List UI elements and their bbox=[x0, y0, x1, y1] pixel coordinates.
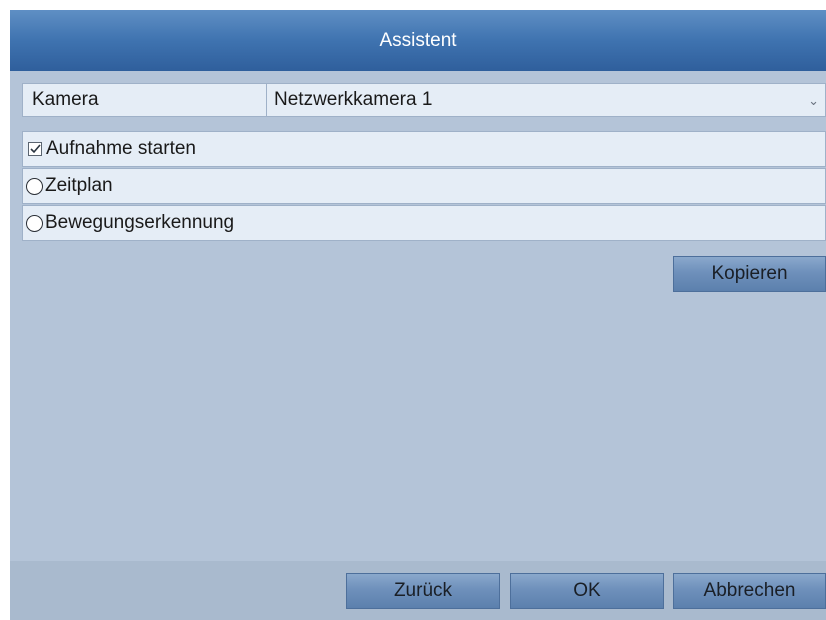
ok-button[interactable]: OK bbox=[510, 573, 664, 609]
chevron-down-icon[interactable]: ⌄ bbox=[808, 84, 819, 116]
check-icon bbox=[29, 144, 41, 154]
start-recording-label: Aufnahme starten bbox=[46, 138, 196, 159]
copy-button[interactable]: Kopieren bbox=[673, 256, 826, 292]
cancel-button[interactable]: Abbrechen bbox=[673, 573, 826, 609]
schedule-radio[interactable] bbox=[26, 177, 43, 195]
camera-row: Kamera Netzwerkkamera 1 ⌄ bbox=[22, 83, 826, 117]
camera-label: Kamera bbox=[23, 84, 267, 116]
motion-detection-label: Bewegungserkennung bbox=[45, 212, 235, 233]
start-recording-row[interactable]: Aufnahme starten bbox=[22, 131, 826, 167]
motion-detection-radio[interactable] bbox=[26, 214, 43, 232]
motion-detection-row[interactable]: Bewegungserkennung bbox=[22, 205, 826, 241]
camera-select-value: Netzwerkkamera 1 bbox=[274, 89, 433, 110]
start-recording-checkbox[interactable] bbox=[28, 142, 42, 156]
back-button[interactable]: Zurück bbox=[346, 573, 500, 609]
assistant-dialog: Assistent Kamera Netzwerkkamera 1 ⌄ Aufn… bbox=[10, 10, 826, 620]
dialog-title: Assistent bbox=[10, 10, 826, 71]
schedule-row[interactable]: Zeitplan bbox=[22, 168, 826, 204]
camera-select[interactable]: Netzwerkkamera 1 ⌄ bbox=[268, 84, 825, 116]
schedule-label: Zeitplan bbox=[45, 175, 113, 196]
